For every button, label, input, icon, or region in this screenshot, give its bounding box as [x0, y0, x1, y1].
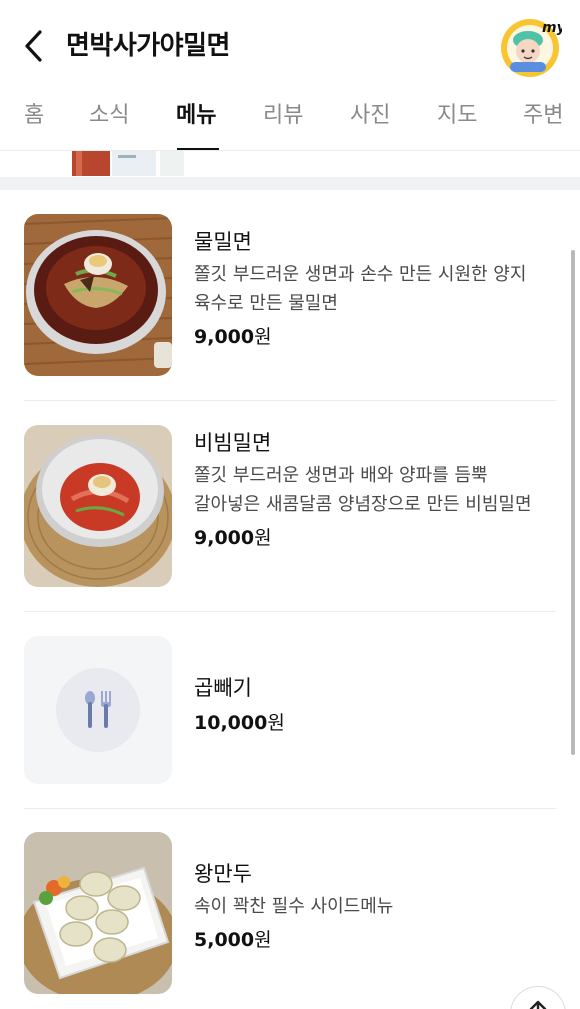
- price-currency: 원: [254, 326, 272, 348]
- my-label: my: [542, 20, 562, 36]
- menu-item-description: 속이 꽉찬 필수 사이드메뉴: [194, 896, 394, 917]
- cold-noodle-bowl-photo: [24, 214, 172, 376]
- menu-item-photo: [24, 214, 172, 376]
- menu-item-name: 곱빼기: [194, 676, 252, 700]
- menu-item[interactable]: 비빔밀면 쫄깃 부드러운 생면과 배와 양파를 듬뿍 갈아넣은 새콤달콤 양념장…: [24, 425, 556, 587]
- menu-item-description: 쫄깃 부드러운 생면과 배와 양파를 듬뿍 갈아넣은 새콤달콤 양념장으로 만든…: [194, 465, 532, 515]
- menu-item[interactable]: 왕만두 속이 꽉찬 필수 사이드메뉴 5,000원: [24, 832, 556, 994]
- tab-menu[interactable]: 메뉴: [176, 98, 216, 142]
- app-header: 면박사가야밀면 my: [0, 0, 580, 90]
- tab-nearby[interactable]: 주변: [523, 98, 563, 142]
- dumpling-plate-photo: [24, 832, 172, 994]
- price-value: 5,000: [194, 929, 255, 951]
- menu-item-photo: [24, 832, 172, 994]
- menu-item-price: 10,000원: [194, 708, 554, 738]
- price-currency: 원: [254, 527, 272, 549]
- menu-item-price: 9,000원: [194, 322, 554, 352]
- previous-section-image-strip: [0, 150, 580, 177]
- menu-item-photo-placeholder: [24, 636, 172, 784]
- my-profile-button[interactable]: my: [498, 14, 567, 78]
- item-divider: [24, 611, 556, 612]
- spicy-noodle-bowl-photo: [24, 425, 172, 587]
- menu-item-price: 5,000원: [194, 925, 554, 955]
- tab-map[interactable]: 지도: [437, 98, 477, 142]
- menu-item[interactable]: 곱빼기 10,000원: [24, 636, 556, 784]
- back-button[interactable]: [16, 26, 52, 66]
- price-value: 9,000: [194, 527, 255, 549]
- menu-item-photo: [24, 425, 172, 587]
- tab-bar: 홈 소식 메뉴 리뷰 사진 지도 주변: [0, 90, 580, 150]
- tab-news[interactable]: 소식: [89, 98, 129, 142]
- page-title: 면박사가야밀면: [66, 31, 230, 61]
- avatar: my: [501, 19, 567, 77]
- scrollbar[interactable]: [571, 250, 575, 755]
- menu-item-description: 쫄깃 부드러운 생면과 손수 만든 시원한 양지 육수로 만든 물밀면: [194, 264, 527, 314]
- price-value: 9,000: [194, 326, 255, 348]
- price-value: 10,000: [194, 712, 268, 734]
- menu-item[interactable]: 물밀면 쫄깃 부드러운 생면과 손수 만든 시원한 양지 육수로 만든 물밀면 …: [24, 214, 556, 376]
- utensils-placeholder-icon: [56, 668, 140, 752]
- tab-photos[interactable]: 사진: [350, 98, 390, 142]
- price-currency: 원: [267, 712, 285, 734]
- chevron-left-icon: [25, 30, 42, 62]
- menu-item-name: 비빔밀면: [194, 431, 272, 455]
- arrow-up-icon: [529, 1000, 547, 1009]
- price-currency: 원: [254, 929, 272, 951]
- menu-item-name: 물밀면: [194, 230, 252, 254]
- section-divider: [0, 177, 580, 190]
- bottle-image-fragment: [72, 151, 184, 176]
- menu-item-price: 9,000원: [194, 523, 554, 553]
- tab-home[interactable]: 홈: [24, 98, 44, 142]
- item-divider: [24, 400, 556, 401]
- item-divider: [24, 808, 556, 809]
- tab-reviews[interactable]: 리뷰: [263, 98, 303, 142]
- menu-item-name: 왕만두: [194, 862, 252, 886]
